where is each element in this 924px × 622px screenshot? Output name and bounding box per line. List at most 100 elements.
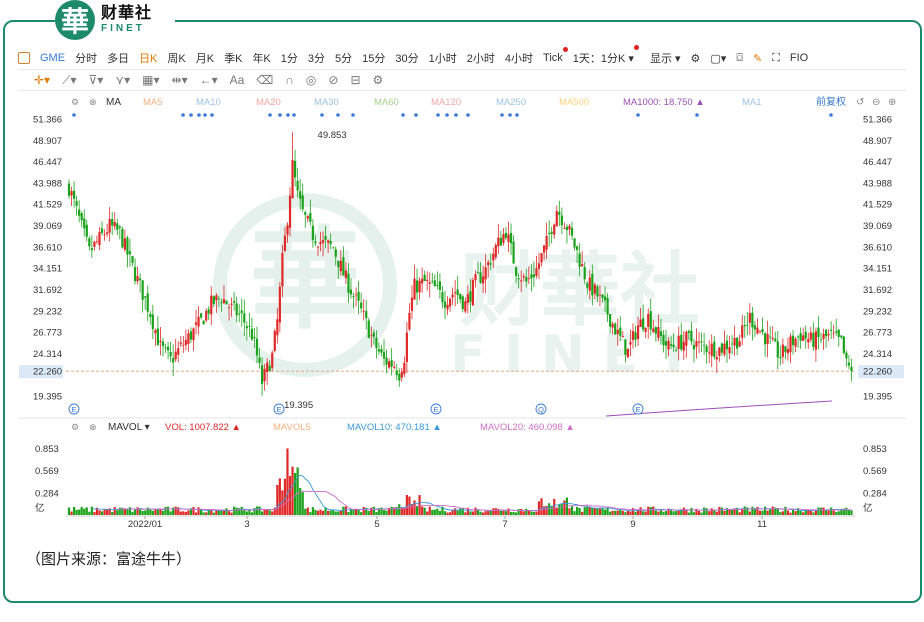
volume-bar <box>606 507 609 515</box>
candle-body <box>283 235 287 251</box>
volume-bar <box>90 506 93 515</box>
volume-bar <box>578 507 581 515</box>
price-tick-left: 51.366 <box>33 115 62 126</box>
volume-bar <box>624 512 627 515</box>
candle-body <box>672 344 675 348</box>
candle-body <box>179 342 182 345</box>
candle-body <box>230 303 233 305</box>
ma-legend-item: MA250 <box>496 97 526 108</box>
candle-body <box>395 370 398 376</box>
candle-body <box>83 218 86 229</box>
candle-body <box>827 333 830 336</box>
candle-body <box>370 335 373 337</box>
minus-icon: ⊖ <box>872 97 880 108</box>
candle-body <box>144 296 147 298</box>
candle-body <box>357 291 360 301</box>
volume-bar <box>316 510 320 515</box>
candle-body <box>621 336 624 337</box>
ma-label: MA <box>106 97 121 108</box>
candle-body <box>100 228 104 234</box>
candle-body <box>169 351 172 357</box>
candle-body <box>593 284 596 294</box>
candle-body <box>80 213 83 221</box>
volume-bar <box>113 507 116 515</box>
candle-body <box>509 232 513 244</box>
volume-bar <box>426 511 429 515</box>
candle-body <box>194 322 198 325</box>
candle-body <box>558 211 561 215</box>
candle-body <box>644 327 647 332</box>
volume-bar <box>438 510 442 515</box>
candle-body <box>667 340 670 350</box>
volume-bar <box>382 510 386 515</box>
volume-bar <box>311 507 314 515</box>
candle-body <box>799 333 802 341</box>
candle-body <box>629 341 632 345</box>
volume-bar <box>639 507 642 515</box>
candle-body <box>294 160 297 178</box>
candle-body <box>164 346 167 348</box>
volume-bar <box>405 494 408 515</box>
volume-bar <box>763 506 767 515</box>
candle-body <box>319 241 322 245</box>
candle-body <box>776 341 779 358</box>
candle-body <box>121 228 124 248</box>
volume-bar <box>494 508 497 515</box>
time-label: 9 <box>630 519 635 530</box>
candle-body <box>736 337 739 349</box>
candle-body <box>677 335 680 349</box>
candle-body <box>172 357 175 363</box>
event-dot-icon <box>351 113 355 117</box>
candle-body <box>250 328 254 340</box>
candle-body <box>751 312 754 328</box>
stock-chart[interactable]: 華财華社FINET⚙ ⊗ MA MA5 MA10 MA20 MA30 MA60 MA120 MA2… <box>0 0 924 622</box>
candle-body <box>136 276 139 282</box>
volume-bar <box>149 509 152 515</box>
candle-body <box>537 263 541 269</box>
candle-body <box>78 209 81 216</box>
volume-bar <box>766 510 769 515</box>
candle-body <box>649 311 652 330</box>
candle-body <box>276 319 279 336</box>
volume-bar <box>819 507 823 515</box>
candle-body <box>461 296 464 310</box>
candle-body <box>304 212 307 215</box>
volume-bar <box>616 510 619 515</box>
candle-body <box>695 341 698 347</box>
candle-body <box>596 286 599 297</box>
price-tick-left: 22.260 <box>33 367 62 378</box>
candle-body <box>690 330 693 342</box>
volume-bar <box>464 512 467 515</box>
candle-body <box>578 253 581 267</box>
volume-bar <box>591 507 594 515</box>
candle-body <box>139 278 142 281</box>
volume-bar <box>197 507 200 515</box>
candle-body <box>306 216 309 219</box>
volume-bar <box>296 467 299 515</box>
candle-body <box>636 325 640 339</box>
volume-bar <box>227 511 231 515</box>
event-dot-icon <box>320 113 324 117</box>
candle-body <box>720 343 723 353</box>
candle-body <box>111 218 114 226</box>
volume-bar <box>832 510 835 515</box>
volume-bar <box>248 510 251 515</box>
vol-tick-right: 0.569 <box>863 466 887 477</box>
mavol20-line <box>117 490 852 511</box>
candle-body <box>459 293 462 300</box>
volume-bar <box>687 512 690 515</box>
candle-body <box>784 346 787 353</box>
candle-body <box>507 234 510 243</box>
volume-bar <box>769 508 772 515</box>
volume-bar <box>309 512 312 515</box>
candle-body <box>375 337 378 349</box>
volume-bar <box>672 511 675 515</box>
volume-bar <box>271 511 274 515</box>
candle-body <box>197 316 200 327</box>
candle-body <box>347 273 350 293</box>
volume-bar <box>593 508 596 515</box>
vol-tick-left: 亿 <box>35 502 45 514</box>
volume-bar <box>581 511 584 515</box>
price-tick-left: 31.692 <box>33 285 62 296</box>
price-tick-right: 46.447 <box>863 157 892 168</box>
